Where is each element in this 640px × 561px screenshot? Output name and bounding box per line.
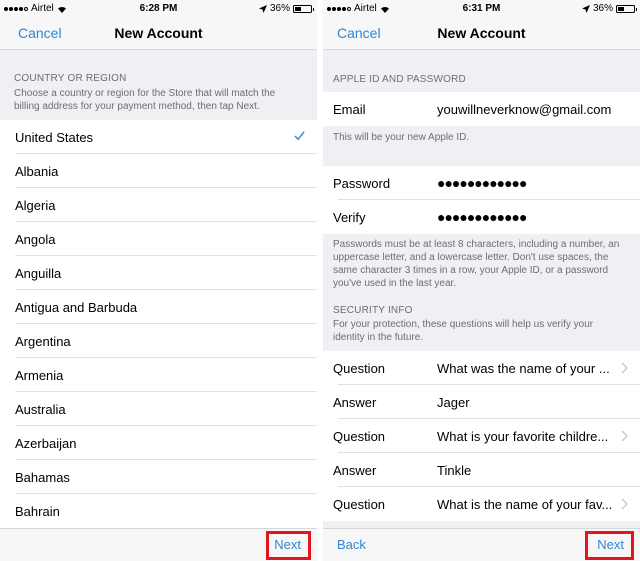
- country-row[interactable]: Australia: [0, 392, 317, 426]
- country-name: Azerbaijan: [15, 435, 77, 451]
- country-name: Argentina: [15, 333, 71, 349]
- security-question-row[interactable]: Question What was the name of your ...: [323, 351, 640, 385]
- status-bar: Airtel 6:28 PM 36%: [0, 0, 317, 17]
- answer-label: Answer: [333, 462, 377, 478]
- verify-label: Verify: [333, 209, 366, 225]
- security-question-row[interactable]: Question What is the name of your fav...: [323, 487, 640, 521]
- country-row[interactable]: Azerbaijan: [0, 426, 317, 460]
- country-row[interactable]: Argentina: [0, 324, 317, 358]
- country-name: Albania: [15, 163, 59, 179]
- chevron-right-icon: [621, 362, 628, 374]
- country-name: Algeria: [15, 197, 56, 213]
- bottom-toolbar: Next: [0, 528, 317, 561]
- verify-field[interactable]: Verify ●●●●●●●●●●●●: [323, 200, 640, 234]
- email-note: This will be your new Apple ID.: [333, 132, 470, 143]
- account-form-scroll[interactable]: APPLE ID AND PASSWORD Email youwillnever…: [323, 51, 640, 528]
- security-section-header: SECURITY INFO: [333, 305, 413, 316]
- section-description: Choose a country or region for the Store…: [14, 88, 276, 112]
- security-description: For your protection, these questions wil…: [333, 319, 594, 343]
- section-header: COUNTRY OR REGION: [14, 73, 127, 84]
- answer-value[interactable]: Tinkle: [437, 463, 640, 478]
- country-name: Armenia: [15, 367, 64, 383]
- question-label: Question: [333, 496, 386, 512]
- highlight-box: [585, 531, 634, 560]
- question-value: What is your favorite childre...: [437, 428, 609, 444]
- verify-value[interactable]: ●●●●●●●●●●●●: [437, 209, 640, 225]
- question-value: What is the name of your fav...: [437, 496, 613, 512]
- country-name: Bahamas: [15, 469, 70, 485]
- country-name: Bahrain: [15, 503, 60, 519]
- page-title: New Account: [437, 25, 526, 41]
- country-selection-screen: Airtel 6:28 PM 36% Cancel New Account CO…: [0, 0, 317, 561]
- question-value: What was the name of your ...: [437, 360, 610, 376]
- apple-id-section-header: APPLE ID AND PASSWORD: [333, 74, 466, 85]
- chevron-right-icon: [621, 430, 628, 442]
- page-title: New Account: [114, 25, 203, 41]
- country-name: Angola: [15, 231, 56, 247]
- location-arrow-icon: [258, 4, 267, 13]
- checkmark-icon: [294, 131, 305, 141]
- navigation-bar: Cancel New Account: [0, 17, 317, 50]
- location-arrow-icon: [581, 4, 590, 13]
- password-value[interactable]: ●●●●●●●●●●●●: [437, 175, 640, 191]
- password-group: Password ●●●●●●●●●●●● Verify ●●●●●●●●●●●…: [323, 166, 640, 234]
- email-value[interactable]: youwillneverknow@gmail.com: [437, 102, 640, 117]
- country-list-scroll[interactable]: COUNTRY OR REGION Choose a country or re…: [0, 51, 317, 528]
- answer-value[interactable]: Jager: [437, 395, 640, 410]
- battery-icon: [616, 4, 637, 13]
- security-answer-row[interactable]: Answer Tinkle: [323, 453, 640, 487]
- email-group: Email youwillneverknow@gmail.com: [323, 92, 640, 126]
- country-name: Australia: [15, 401, 66, 417]
- country-row[interactable]: Antigua and Barbuda: [0, 290, 317, 324]
- navigation-bar: Cancel New Account: [323, 17, 640, 50]
- password-label: Password: [333, 175, 391, 191]
- country-row[interactable]: Bahrain: [0, 494, 317, 528]
- country-name: United States: [15, 129, 94, 145]
- country-row[interactable]: Armenia: [0, 358, 317, 392]
- country-list: United States Albania Algeria Angola Ang…: [0, 120, 317, 528]
- country-row[interactable]: Anguilla: [0, 256, 317, 290]
- chevron-right-icon: [621, 498, 628, 510]
- battery-percent: 36%: [269, 3, 290, 14]
- country-row-united-states[interactable]: United States: [0, 120, 317, 154]
- country-name: Anguilla: [15, 265, 62, 281]
- country-name: Antigua and Barbuda: [15, 299, 138, 315]
- security-answer-row[interactable]: Answer Jager: [323, 385, 640, 419]
- question-label: Question: [333, 428, 386, 444]
- bottom-toolbar: Back Next: [323, 528, 640, 561]
- back-button[interactable]: Back: [337, 537, 366, 552]
- country-row[interactable]: Albania: [0, 154, 317, 188]
- question-label: Question: [333, 360, 386, 376]
- password-field[interactable]: Password ●●●●●●●●●●●●: [323, 166, 640, 200]
- security-question-row[interactable]: Question What is your favorite childre..…: [323, 419, 640, 453]
- battery-icon: [293, 4, 314, 13]
- status-bar: Airtel 6:31 PM 36%: [323, 0, 640, 17]
- highlight-box: [266, 531, 311, 560]
- country-row[interactable]: Bahamas: [0, 460, 317, 494]
- country-row[interactable]: Algeria: [0, 188, 317, 222]
- email-label: Email: [333, 101, 366, 117]
- account-details-screen: Airtel 6:31 PM 36% Cancel New Account AP…: [323, 0, 640, 561]
- security-questions-group: Question What was the name of your ... A…: [323, 351, 640, 521]
- answer-label: Answer: [333, 394, 377, 410]
- password-requirements: Passwords must be at least 8 characters,…: [333, 239, 620, 289]
- country-row[interactable]: Angola: [0, 222, 317, 256]
- email-field[interactable]: Email youwillneverknow@gmail.com: [323, 92, 640, 126]
- battery-percent: 36%: [592, 3, 613, 14]
